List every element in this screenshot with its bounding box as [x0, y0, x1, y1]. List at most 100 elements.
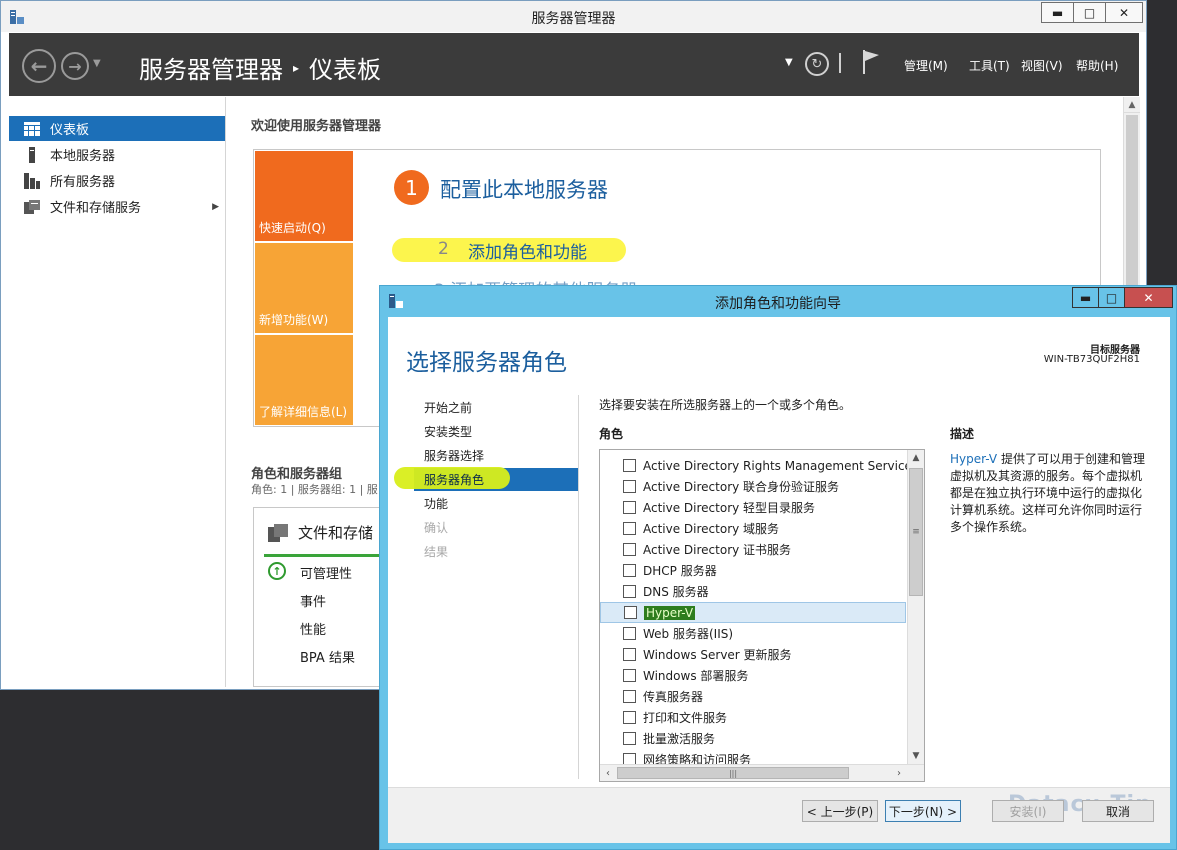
role-checkbox[interactable] — [623, 543, 636, 556]
sidebar-item-file-storage[interactable]: 文件和存储服务 ▶ — [9, 194, 225, 219]
card-row-events[interactable]: 事件 — [300, 591, 326, 610]
wizard-step-server-selection[interactable]: 服务器选择 — [424, 447, 484, 464]
install-button: 安装(I) — [992, 800, 1064, 822]
sidebar-item-label: 本地服务器 — [50, 149, 116, 164]
scroll-up-icon[interactable]: ▲ — [1124, 97, 1140, 113]
role-checkbox[interactable] — [623, 690, 636, 703]
scroll-thumb[interactable]: ≡ — [909, 468, 923, 596]
tile-learn-more[interactable]: 了解详细信息(L) — [255, 335, 353, 425]
maximize-button[interactable]: □ — [1099, 288, 1125, 307]
configure-local-server-link[interactable]: 配置此本地服务器 — [440, 174, 608, 204]
sidebar-item-label: 仪表板 — [50, 123, 90, 138]
cancel-button[interactable]: 取消 — [1082, 800, 1154, 822]
card-row-bpa[interactable]: BPA 结果 — [300, 647, 355, 666]
role-checkbox[interactable] — [623, 459, 636, 472]
forward-button[interactable]: → — [61, 52, 89, 80]
role-checkbox[interactable] — [623, 564, 636, 577]
breadcrumb-separator-icon: ▸ — [293, 60, 300, 75]
role-checkbox[interactable] — [624, 606, 637, 619]
card-row-manageability[interactable]: 可管理性 — [300, 563, 352, 582]
file-storage-card[interactable]: 文件和存储 ↑ 可管理性 事件 性能 BPA 结果 — [253, 507, 393, 687]
role-row[interactable]: Web 服务器(IIS) — [600, 623, 906, 644]
close-button[interactable]: ✕ — [1106, 3, 1142, 22]
scroll-thumb[interactable] — [1126, 115, 1138, 295]
role-row[interactable]: Active Directory Rights Management Servi… — [600, 455, 918, 476]
menu-manage[interactable]: 管理(M) — [904, 57, 948, 74]
scroll-left-icon[interactable]: ‹ — [600, 765, 616, 781]
role-row[interactable]: Active Directory 轻型目录服务 — [600, 497, 906, 518]
wizard-step-features[interactable]: 功能 — [424, 495, 448, 512]
role-checkbox[interactable] — [623, 585, 636, 598]
instruction-text: 选择要安装在所选服务器上的一个或多个角色。 — [599, 398, 852, 412]
role-checkbox[interactable] — [623, 711, 636, 724]
role-label: 传真服务器 — [643, 690, 704, 704]
role-row[interactable]: 批量激活服务 — [600, 728, 906, 749]
role-row[interactable]: DHCP 服务器 — [600, 560, 906, 581]
minimize-button[interactable]: ▬ — [1073, 288, 1099, 307]
scroll-thumb[interactable]: ||| — [617, 767, 849, 779]
tile-new-features[interactable]: 新增功能(W) — [255, 243, 353, 333]
tile-label: 新增功能(W) — [259, 313, 329, 327]
role-row[interactable]: Active Directory 域服务 — [600, 518, 906, 539]
role-row[interactable]: 打印和文件服务 — [600, 707, 906, 728]
step2-number: 2 — [438, 239, 449, 259]
role-checkbox[interactable] — [623, 732, 636, 745]
wizard-step-server-roles[interactable]: 服务器角色 — [424, 471, 484, 488]
wizard-step-before-begin[interactable]: 开始之前 — [424, 399, 472, 416]
arrow-right-icon: → — [68, 56, 82, 76]
dialog-body: 选择服务器角色 目标服务器 WIN-TB73QUF2H81 开始之前 安装类型 … — [388, 317, 1170, 843]
role-row[interactable]: DNS 服务器 — [600, 581, 906, 602]
close-button[interactable]: ✕ — [1125, 288, 1172, 307]
roles-groups-summary: 角色: 1 | 服务器组: 1 | 服 — [251, 483, 378, 496]
menu-view[interactable]: 视图(V) — [1021, 57, 1063, 74]
role-checkbox[interactable] — [623, 669, 636, 682]
dialog-title-bar: 添加角色和功能向导 ▬ □ ✕ — [380, 286, 1176, 316]
role-checkbox[interactable] — [623, 648, 636, 661]
maximize-button[interactable]: □ — [1074, 3, 1106, 22]
minimize-button[interactable]: ▬ — [1042, 3, 1074, 22]
role-checkbox[interactable] — [623, 522, 636, 535]
sidebar-item-local-server[interactable]: 本地服务器 — [9, 142, 225, 167]
add-roles-features-link[interactable]: 添加角色和功能 — [468, 238, 587, 263]
back-button[interactable]: ← — [22, 49, 56, 83]
previous-button[interactable]: < 上一步(P) — [802, 800, 878, 822]
role-row[interactable]: Active Directory 证书服务 — [600, 539, 906, 560]
card-title: 文件和存储 — [298, 524, 374, 542]
role-row[interactable]: Windows 部署服务 — [600, 665, 906, 686]
file-storage-icon — [23, 199, 41, 215]
chevron-down-icon[interactable]: ▼ — [785, 57, 793, 68]
sidebar-item-all-servers[interactable]: 所有服务器 — [9, 168, 225, 193]
breadcrumb-root[interactable]: 服务器管理器 — [139, 50, 283, 85]
role-row[interactable]: Hyper-V — [600, 602, 906, 623]
refresh-icon[interactable]: ↻ — [805, 52, 829, 76]
role-row[interactable]: Active Directory 联合身份验证服务 — [600, 476, 906, 497]
chevron-right-icon[interactable]: ▶ — [212, 202, 219, 212]
role-row[interactable]: Windows Server 更新服务 — [600, 644, 906, 665]
roles-list[interactable]: Active Directory Rights Management Servi… — [599, 449, 925, 782]
hyper-v-link[interactable]: Hyper-V — [950, 452, 997, 466]
card-row-performance[interactable]: 性能 — [300, 619, 326, 638]
notifications-flag-icon[interactable] — [861, 49, 881, 75]
roles-horizontal-scrollbar[interactable]: ‹ ||| › — [600, 764, 924, 781]
role-checkbox[interactable] — [623, 480, 636, 493]
scroll-down-icon[interactable]: ▼ — [908, 748, 924, 764]
scroll-right-icon[interactable]: › — [891, 765, 907, 781]
wizard-step-confirmation: 确认 — [424, 521, 449, 535]
sidebar-item-label: 所有服务器 — [50, 175, 116, 190]
dialog-footer: Datacu.Tip < 上一步(P) 下一步(N) > 安装(I) 取消 — [388, 787, 1170, 843]
roles-vertical-scrollbar[interactable]: ▲ ≡ ▼ — [907, 450, 924, 764]
menu-help[interactable]: 帮助(H) — [1076, 57, 1118, 74]
card-header: 文件和存储 — [268, 522, 373, 543]
role-row[interactable]: 传真服务器 — [600, 686, 906, 707]
page-title: 选择服务器角色 — [406, 350, 567, 376]
tile-quick-start[interactable]: 快速启动(Q) — [255, 151, 353, 241]
sidebar-item-dashboard[interactable]: 仪表板 — [9, 116, 225, 141]
wizard-step-install-type[interactable]: 安装类型 — [424, 423, 472, 440]
scroll-up-icon[interactable]: ▲ — [908, 450, 924, 466]
role-checkbox[interactable] — [623, 501, 636, 514]
history-dropdown-icon[interactable]: ▼ — [93, 58, 101, 69]
role-checkbox[interactable] — [623, 627, 636, 640]
dialog-title: 添加角色和功能向导 — [715, 296, 841, 312]
next-button[interactable]: 下一步(N) > — [885, 800, 961, 822]
menu-tools[interactable]: 工具(T) — [969, 57, 1010, 74]
